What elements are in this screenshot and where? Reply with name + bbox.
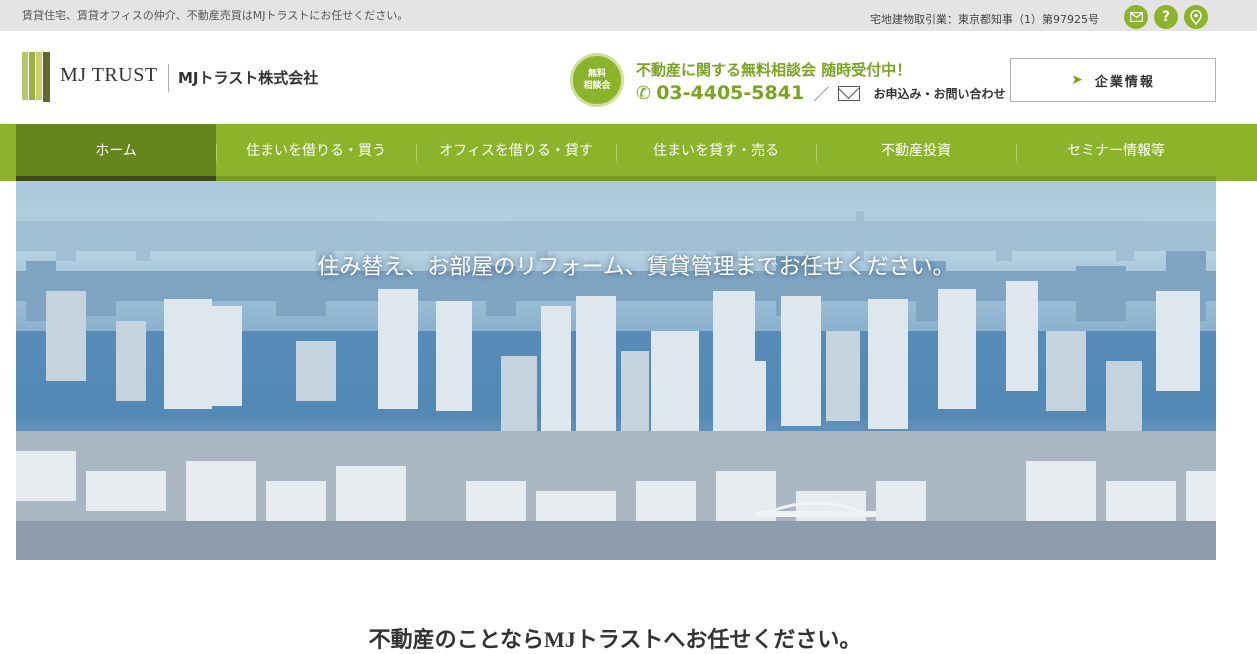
license-number: 宅地建物取引業：東京都知事（1）第97925号 [870, 13, 1099, 26]
nav-item-office[interactable]: オフィスを借りる・貸す [416, 124, 616, 181]
nav-item-seminar[interactable]: セミナー情報等 [1016, 124, 1216, 181]
arrow-right-icon: ➤ [1071, 72, 1085, 88]
nav-item-home[interactable]: ホーム [16, 124, 216, 181]
nav-label: 住まいを借りる・買う [246, 143, 386, 159]
consultation-title: 不動産に関する無料相談会 随時受付中！ [636, 61, 912, 79]
logo-text-jp: MJトラスト株式会社 [178, 69, 319, 87]
logo-mark-icon [22, 52, 52, 102]
free-consultation-badge: 無料 相談会 [570, 53, 624, 107]
phone-number[interactable]: 03-4405-5841 [656, 82, 804, 104]
envelope-icon[interactable] [838, 85, 861, 101]
badge-line2: 相談会 [583, 81, 611, 91]
company-info-label: 企業情報 [1094, 74, 1155, 90]
site-logo[interactable]: MJ TRUST MJトラスト株式会社 [22, 52, 332, 104]
nav-label: オフィスを借りる・貸す [439, 143, 593, 159]
mail-icon[interactable] [1124, 5, 1148, 29]
company-info-button[interactable]: ➤ 企業情報 [1010, 58, 1216, 102]
help-glyph: ? [1161, 9, 1171, 25]
nav-label: 不動産投資 [881, 143, 951, 159]
main-title: 不動産のことならMJトラストへお任せください。 [368, 627, 862, 652]
nav-label: セミナー情報等 [1067, 143, 1165, 159]
nav-item-rent-buy-home[interactable]: 住まいを借りる・買う [216, 124, 416, 181]
city-skyline-image [16, 211, 1216, 560]
contact-row: ✆ 03-4405-5841 ／ お申込み・お問い合わせ [636, 81, 1005, 105]
contact-separator: ／ [813, 85, 830, 104]
phone-icon: ✆ [636, 82, 652, 104]
map-pin-icon[interactable] [1184, 5, 1208, 29]
top-bar: 賃貸住宅、賃貸オフィスの仲介、不動産売買はMJトラストにお任せください。 宅地建… [0, 0, 1257, 31]
nav-item-lease-sell-home[interactable]: 住まいを貸す・売る [616, 124, 816, 181]
nav-label: 住まいを貸す・売る [653, 143, 779, 159]
badge-line1: 無料 [587, 69, 606, 79]
nav-label: ホーム [95, 143, 137, 159]
global-nav: ホーム 住まいを借りる・買う オフィスを借りる・貸す 住まいを貸す・売る 不動産… [0, 124, 1257, 181]
hero-caption: 住み替え、お部屋のリフォーム、賃貸管理までお任せください。 [317, 254, 955, 279]
nav-item-investment[interactable]: 不動産投資 [816, 124, 1016, 181]
help-icon[interactable]: ? [1154, 5, 1178, 29]
hero-image: 住み替え、お部屋のリフォーム、賃貸管理までお任せください。 [16, 181, 1216, 560]
logo-divider [168, 64, 169, 92]
site-tagline: 賃貸住宅、賃貸オフィスの仲介、不動産売買はMJトラストにお任せください。 [22, 9, 409, 22]
inquiry-link[interactable]: お申込み・お問い合わせ [873, 85, 1005, 102]
logo-text-en: MJ TRUST [60, 64, 158, 86]
